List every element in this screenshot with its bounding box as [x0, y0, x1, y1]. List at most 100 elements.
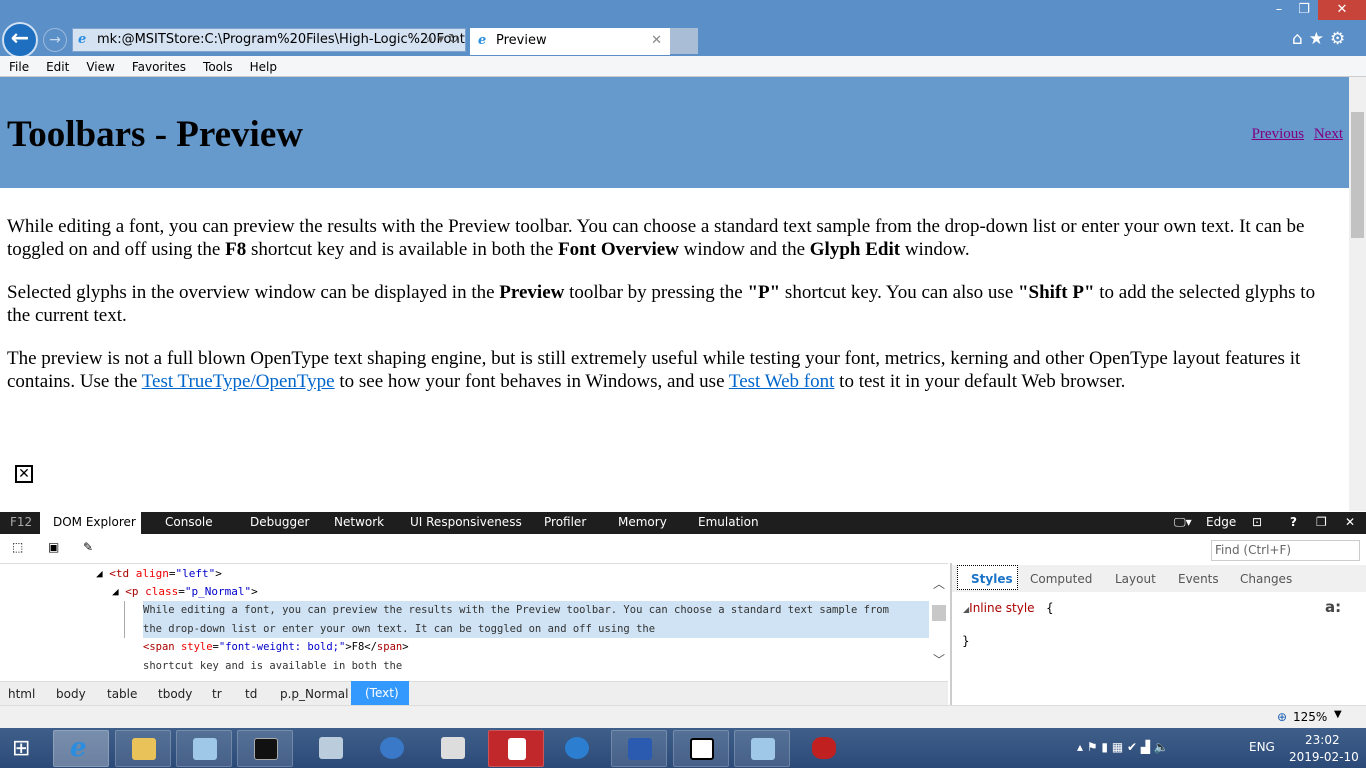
- back-button[interactable]: ←: [2, 22, 38, 58]
- zoom-icon: ⊕: [1277, 710, 1288, 724]
- page-scrollbar-thumb[interactable]: [1351, 112, 1364, 238]
- menu-help[interactable]: Help: [241, 56, 285, 74]
- tray-icons[interactable]: ▴ ⚑ ▮ ▦ ✔ ▟ 🔈: [1077, 740, 1169, 754]
- taskbar-fontcreator[interactable]: [611, 730, 667, 767]
- tab-events[interactable]: Events: [1178, 572, 1219, 586]
- crumb-html[interactable]: html: [8, 682, 35, 706]
- menu-file[interactable]: File: [0, 56, 37, 74]
- styles-tabs: Styles Computed Layout Events Changes: [952, 565, 1366, 592]
- forward-button[interactable]: →: [43, 28, 67, 52]
- next-link[interactable]: Next: [1314, 126, 1343, 142]
- pseudo-class-toggle[interactable]: a:: [1325, 598, 1341, 616]
- taskbar-notepad[interactable]: [176, 730, 232, 767]
- page-header: Toolbars - Preview Previous Next: [0, 77, 1349, 188]
- page-title: Toolbars - Preview: [7, 114, 303, 155]
- find-input[interactable]: Find (Ctrl+F): [1211, 540, 1360, 561]
- dom-text-line-1[interactable]: While editing a font, you can preview th…: [143, 601, 889, 620]
- home-favorites-settings-icons[interactable]: ⌂★⚙: [1292, 29, 1351, 49]
- tab-memory[interactable]: Memory: [618, 512, 667, 534]
- clock-date[interactable]: 2019-02-10: [1289, 750, 1359, 764]
- taskbar-explorer[interactable]: [115, 730, 171, 767]
- close-window-button[interactable]: ✕: [1318, 0, 1366, 20]
- taskbar-notepad-2[interactable]: [734, 730, 790, 767]
- tab-layout[interactable]: Layout: [1115, 572, 1156, 586]
- undock-icon[interactable]: ❐: [1316, 512, 1327, 534]
- test-truetype-link[interactable]: Test TrueType/OpenType: [142, 371, 335, 392]
- close-brace: }: [962, 634, 970, 648]
- close-box-icon[interactable]: ✕: [15, 465, 33, 483]
- tree-guide: [124, 601, 125, 638]
- help-icon[interactable]: ?: [1290, 512, 1297, 534]
- crumb-p[interactable]: p.p_Normal: [280, 682, 348, 706]
- ie-icon: e: [478, 33, 487, 48]
- previous-link[interactable]: Previous: [1252, 126, 1305, 142]
- taskbar-app-splat[interactable]: [796, 730, 852, 767]
- taskbar-calculator[interactable]: [425, 730, 481, 767]
- f12-label: F12: [10, 515, 33, 529]
- device-icon[interactable]: 🖵▾: [1174, 512, 1192, 534]
- tab-debugger[interactable]: Debugger: [250, 512, 309, 534]
- address-text: mk:@MSITStore:C:\Program%20Files\High-Lo…: [97, 32, 466, 47]
- crumb-body[interactable]: body: [56, 682, 86, 706]
- tab-emulation[interactable]: Emulation: [698, 512, 759, 534]
- taskbar: ⊞ e ▴ ⚑ ▮ ▦ ✔ ▟ 🔈 ENG 23:02 2019-02-10: [0, 728, 1366, 768]
- crumb-table[interactable]: table: [107, 682, 137, 706]
- tab-preview[interactable]: e Preview ✕: [470, 28, 670, 55]
- search-refresh-icons[interactable]: ⌕ ▾ ↻: [426, 29, 459, 51]
- close-tab-icon[interactable]: ✕: [651, 28, 662, 54]
- taskbar-app-blue[interactable]: [549, 730, 605, 767]
- tab-console[interactable]: Console: [165, 512, 213, 534]
- menu-bar: File Edit View Favorites Tools Help: [0, 56, 1366, 77]
- dom-node-span[interactable]: <span style="font-weight: bold;">F8</spa…: [143, 638, 409, 657]
- menu-favorites[interactable]: Favorites: [123, 56, 194, 74]
- tab-network[interactable]: Network: [334, 512, 384, 534]
- crumb-tr[interactable]: tr: [212, 682, 222, 706]
- test-web-font-link[interactable]: Test Web font: [729, 371, 835, 392]
- highlight-icon[interactable]: ▣: [48, 540, 59, 554]
- new-tab-button[interactable]: [670, 28, 698, 54]
- zoom-dropdown-icon[interactable]: ▼: [1334, 709, 1342, 720]
- close-devtools-icon[interactable]: ✕: [1345, 512, 1355, 534]
- dom-node-td[interactable]: ◢ <td align="left">: [96, 564, 222, 583]
- language-indicator[interactable]: ENG: [1249, 740, 1275, 754]
- dom-scrollbar[interactable]: ︿ ﹀: [930, 575, 948, 670]
- dom-text-line-3[interactable]: shortcut key and is available in both th…: [143, 657, 402, 676]
- taskbar-cmd[interactable]: [237, 730, 293, 767]
- document-mode[interactable]: Edge: [1206, 512, 1236, 534]
- taskbar-7zip[interactable]: [673, 730, 729, 767]
- clock-time[interactable]: 23:02: [1305, 733, 1340, 747]
- color-picker-icon[interactable]: ✎: [83, 540, 93, 554]
- crumb-td[interactable]: td: [245, 682, 257, 706]
- tab-ui-responsiveness[interactable]: UI Responsiveness: [410, 512, 522, 534]
- menu-tools[interactable]: Tools: [194, 56, 241, 74]
- zoom-level[interactable]: 125%: [1293, 710, 1327, 724]
- tab-changes[interactable]: Changes: [1240, 572, 1292, 586]
- taskbar-app-lambda[interactable]: [303, 730, 359, 767]
- paragraph-3: The preview is not a full blown OpenType…: [7, 348, 1301, 392]
- tab-dom-explorer[interactable]: DOM Explorer: [40, 512, 141, 534]
- dom-text-line-2[interactable]: the drop-down list or enter your own tex…: [143, 620, 655, 639]
- tab-profiler[interactable]: Profiler: [544, 512, 586, 534]
- devtools-toolbar: ⬚ ▣ ✎: [0, 534, 1366, 563]
- taskbar-thunderbird[interactable]: [364, 730, 420, 767]
- menu-edit[interactable]: Edit: [37, 56, 77, 74]
- ie-icon: e: [78, 32, 87, 47]
- tab-computed[interactable]: Computed: [1030, 572, 1092, 586]
- address-bar[interactable]: e mk:@MSITStore:C:\Program%20Files\High-L…: [72, 28, 466, 52]
- console-icon[interactable]: ⊡: [1252, 512, 1262, 534]
- taskbar-ie[interactable]: e: [53, 730, 109, 767]
- crumb-text-selected[interactable]: (Text): [351, 681, 409, 705]
- status-bar: ⊕ 125% ▼: [0, 705, 1366, 728]
- maximize-button[interactable]: ❐: [1292, 0, 1316, 20]
- start-button[interactable]: ⊞: [12, 736, 30, 761]
- crumb-tbody[interactable]: tbody: [158, 682, 192, 706]
- tab-styles[interactable]: Styles: [957, 565, 1018, 590]
- minimize-button[interactable]: –: [1268, 0, 1290, 20]
- taskbar-app-red[interactable]: [488, 730, 544, 767]
- dom-node-p[interactable]: ◢ <p class="p_Normal">: [112, 582, 258, 601]
- page-nav: Previous Next: [1246, 126, 1343, 143]
- inline-style-rule[interactable]: ◢Inline style {: [963, 601, 1054, 615]
- select-element-icon[interactable]: ⬚: [12, 540, 23, 554]
- menu-view[interactable]: View: [77, 56, 122, 74]
- breadcrumb: html body table tbody tr td p.p_Normal: [0, 681, 948, 705]
